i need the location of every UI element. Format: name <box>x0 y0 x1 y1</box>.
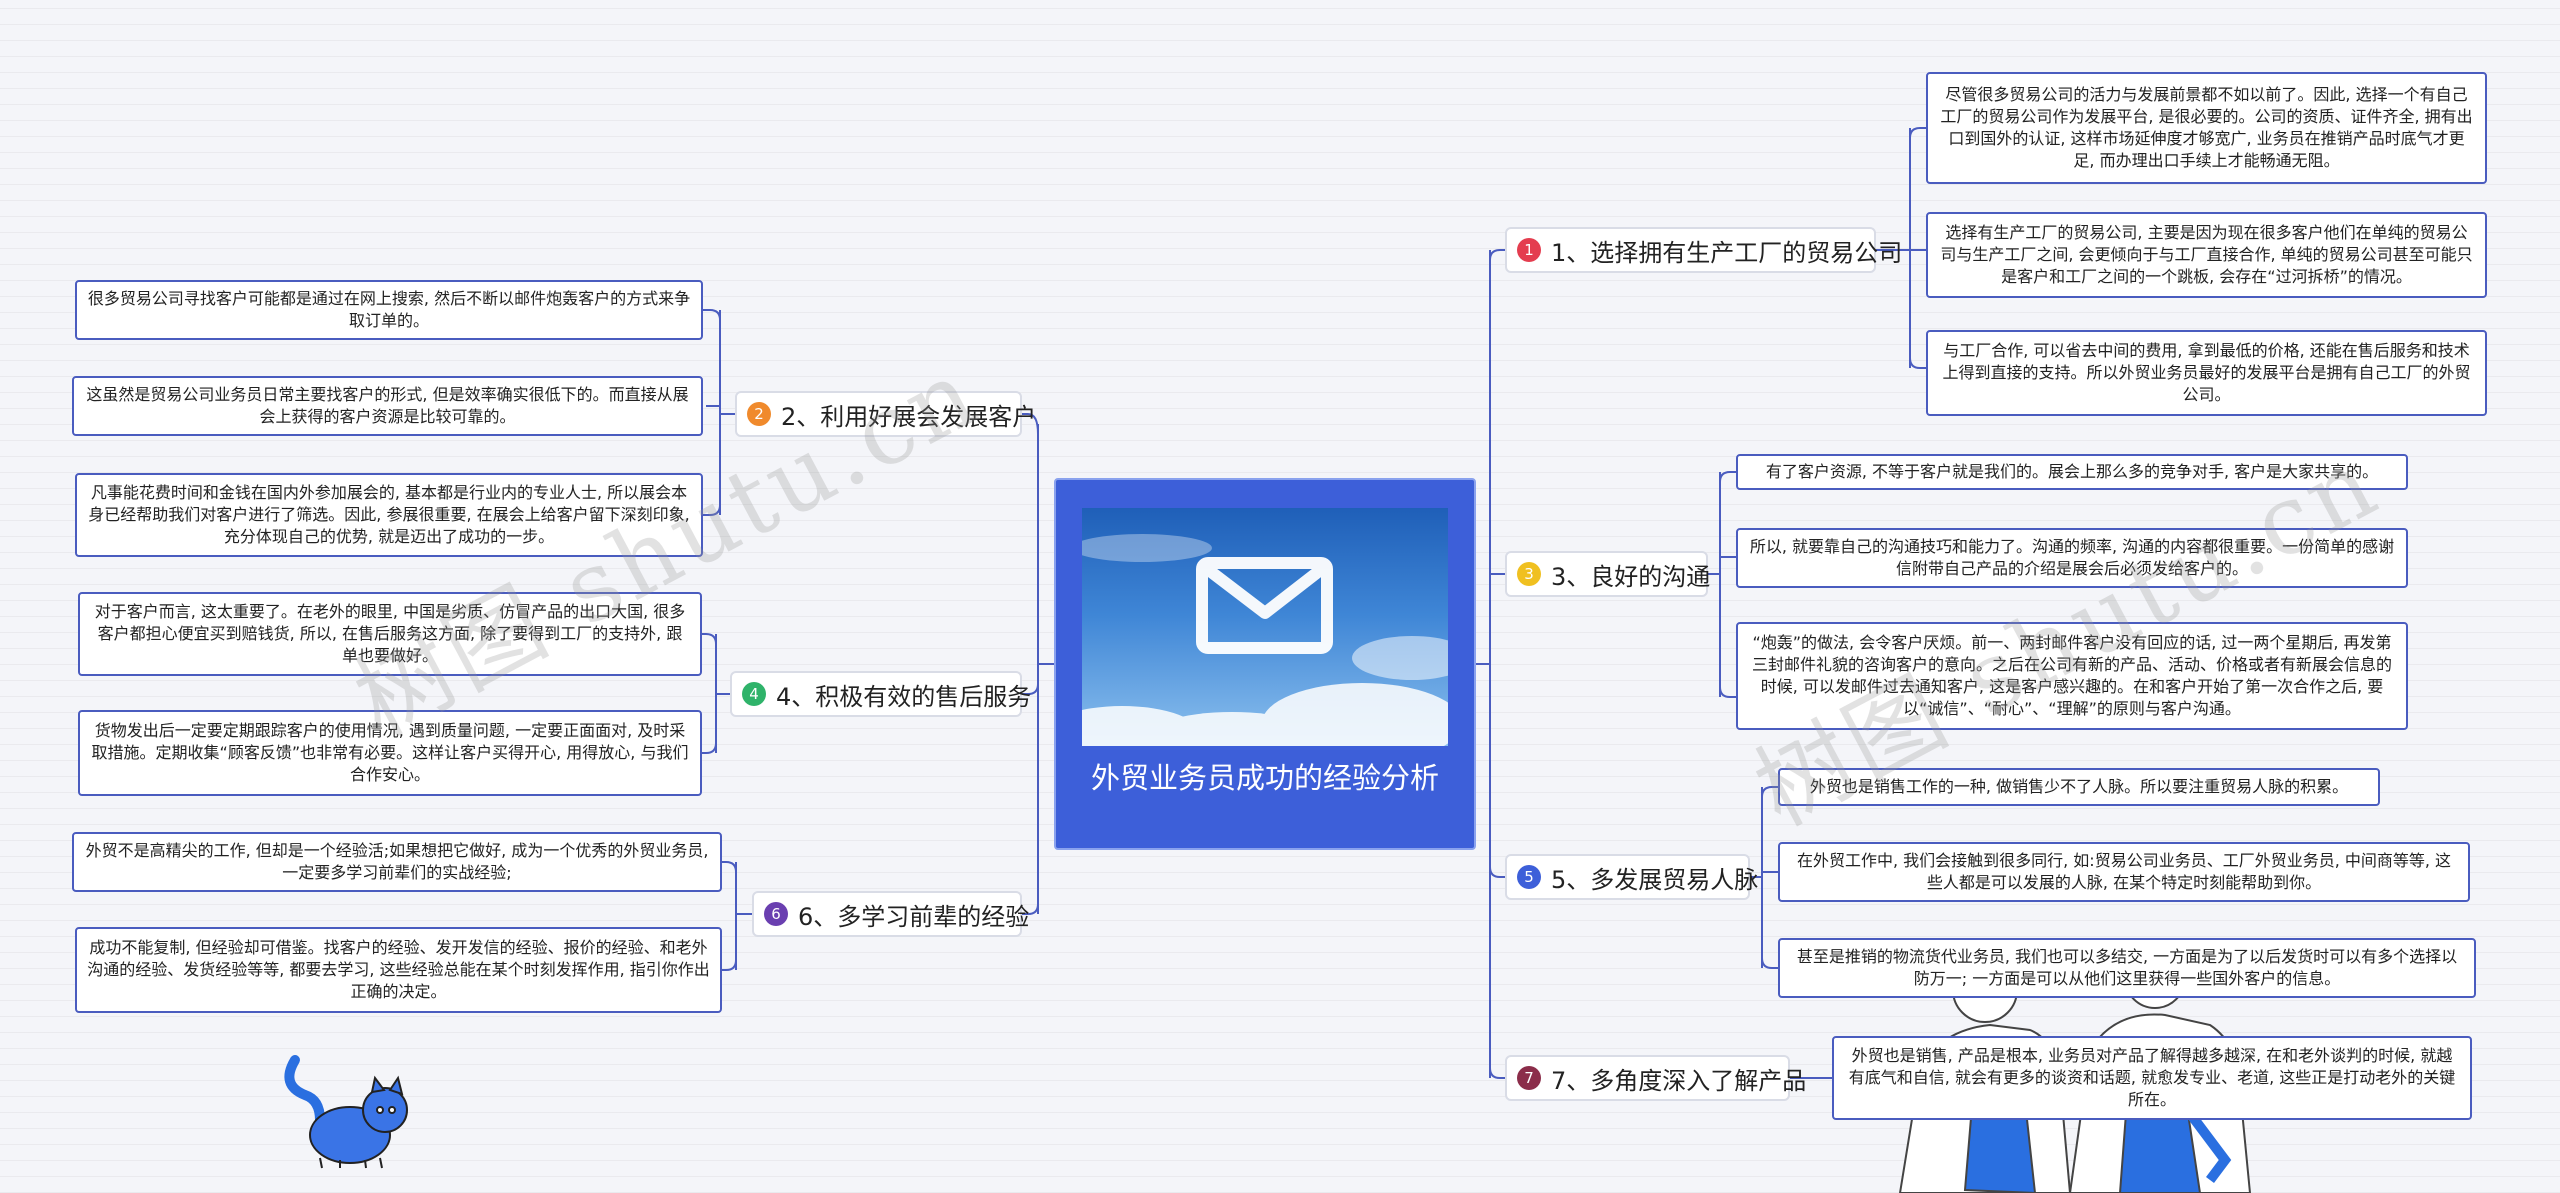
branch-4[interactable]: 4 4、积极有效的售后服务 <box>730 671 1031 717</box>
branch-label: 3、良好的沟通 <box>1551 562 1711 591</box>
branch-7[interactable]: 7 7、多角度深入了解产品 <box>1505 1055 1806 1101</box>
branch-1[interactable]: 1 1、选择拥有生产工厂的贸易公司 <box>1505 227 1902 273</box>
leaf-6-1[interactable]: 外贸不是高精尖的工作, 但却是一个经验活;如果想把它做好, 成为一个优秀的外贸业… <box>72 832 722 892</box>
branch-label: 5、多发展贸易人脉 <box>1551 865 1759 894</box>
center-title: 外贸业务员成功的经验分析 <box>1090 761 1439 795</box>
badge-2-icon: 2 <box>747 402 771 426</box>
branch-2[interactable]: 2 2、利用好展会发展客户 <box>735 391 1036 437</box>
badge-5-icon: 5 <box>1517 865 1541 889</box>
badge-7-icon: 7 <box>1517 1066 1541 1090</box>
badge-4-icon: 4 <box>742 682 766 706</box>
leaf-5-2[interactable]: 在外贸工作中, 我们会接触到很多同行, 如:贸易公司业务员、工厂外贸业务员, 中… <box>1778 842 2470 902</box>
leaf-1-2[interactable]: 选择有生产工厂的贸易公司, 主要是因为现在很多客户他们在单纯的贸易公司与生产工厂… <box>1926 212 2487 298</box>
badge-6-icon: 6 <box>764 902 788 926</box>
leaf-4-1[interactable]: 对于客户而言, 这太重要了。在老外的眼里, 中国是劣质、仿冒产品的出口大国, 很… <box>78 592 702 676</box>
branch-label: 4、积极有效的售后服务 <box>776 682 1032 711</box>
envelope-cloud-icon <box>1082 508 1448 746</box>
leaf-3-1[interactable]: 有了客户资源, 不等于客户就是我们的。展会上那么多的竞争对手, 客户是大家共享的… <box>1736 454 2408 490</box>
leaf-7-1[interactable]: 外贸也是销售, 产品是根本, 业务员对产品了解得越多越深, 在和老外谈判的时候,… <box>1832 1036 2472 1120</box>
branch-label: 1、选择拥有生产工厂的贸易公司 <box>1551 238 1903 267</box>
branch-3[interactable]: 3 3、良好的沟通 <box>1505 551 1711 597</box>
branch-label: 2、利用好展会发展客户 <box>781 402 1037 431</box>
branch-6[interactable]: 6 6、多学习前辈的经验 <box>752 891 1029 937</box>
leaf-2-1[interactable]: 很多贸易公司寻找客户可能都是通过在网上搜索, 然后不断以邮件炮轰客户的方式来争取… <box>75 280 703 340</box>
branch-label: 7、多角度深入了解产品 <box>1551 1066 1807 1095</box>
leaf-5-1[interactable]: 外贸也是销售工作的一种, 做销售少不了人脉。所以要注重贸易人脉的积累。 <box>1778 768 2380 806</box>
leaf-3-3[interactable]: “炮轰”的做法, 会令客户厌烦。前一、两封邮件客户没有回应的话, 过一两个星期后… <box>1736 622 2408 730</box>
center-topic[interactable]: 外贸业务员成功的经验分析 <box>1054 478 1476 850</box>
leaf-1-3[interactable]: 与工厂合作, 可以省去中间的费用, 拿到最低的价格, 还能在售后服务和技术上得到… <box>1926 330 2487 416</box>
badge-1-icon: 1 <box>1517 238 1541 262</box>
leaf-1-1[interactable]: 尽管很多贸易公司的活力与发展前景都不如以前了。因此, 选择一个有自己工厂的贸易公… <box>1926 72 2487 184</box>
leaf-6-2[interactable]: 成功不能复制, 但经验却可借鉴。找客户的经验、发开发信的经验、报价的经验、和老外… <box>75 927 722 1013</box>
leaf-2-2[interactable]: 这虽然是贸易公司业务员日常主要找客户的形式, 但是效率确实很低下的。而直接从展会… <box>72 376 703 436</box>
branch-5[interactable]: 5 5、多发展贸易人脉 <box>1505 854 1758 900</box>
badge-3-icon: 3 <box>1517 562 1541 586</box>
leaf-3-2[interactable]: 所以, 就要靠自己的沟通技巧和能力了。沟通的频率, 沟通的内容都很重要。一份简单… <box>1736 528 2408 588</box>
branch-label: 6、多学习前辈的经验 <box>798 902 1030 931</box>
leaf-4-2[interactable]: 货物发出后一定要定期跟踪客户的使用情况, 遇到质量问题, 一定要正面面对, 及时… <box>78 710 702 796</box>
leaf-2-3[interactable]: 凡事能花费时间和金钱在国内外参加展会的, 基本都是行业内的专业人士, 所以展会本… <box>75 473 703 557</box>
leaf-5-3[interactable]: 甚至是推销的物流货代业务员, 我们也可以多结交, 一方面是为了以后发货时可以有多… <box>1778 938 2476 998</box>
